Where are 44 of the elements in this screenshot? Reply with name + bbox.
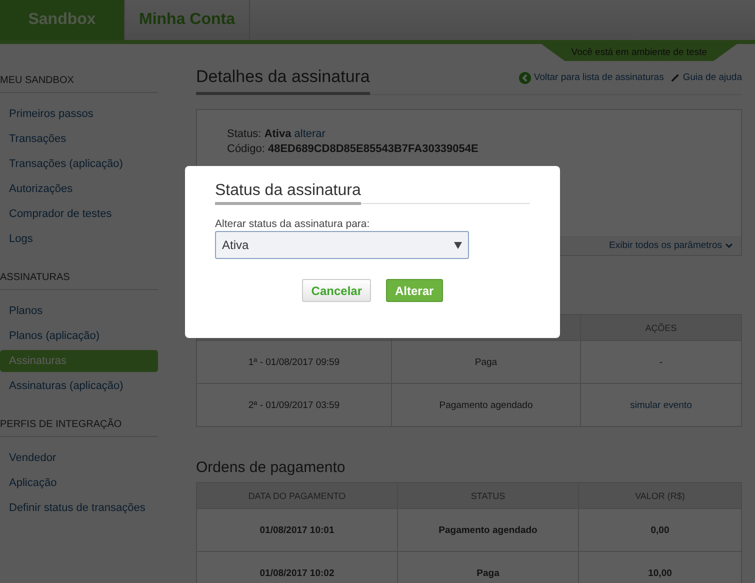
table-cell: 01/08/2017 10:01: [196, 508, 398, 552]
table-cell: Paga: [392, 340, 580, 384]
table-cell: 1ª - 01/08/2017 09:59: [196, 340, 392, 384]
confirm-button[interactable]: Alterar: [386, 279, 443, 302]
sidebar-item[interactable]: Vendedor: [0, 447, 158, 469]
sidebar-item[interactable]: Transações (aplicação): [0, 153, 158, 175]
sidebar-item[interactable]: Planos (aplicação): [0, 325, 158, 347]
sidebar-item[interactable]: Comprador de testes: [0, 203, 158, 225]
chevron-down-icon: [725, 243, 733, 248]
table-cell: 2ª - 01/09/2017 03:59: [196, 384, 392, 426]
change-status-link[interactable]: alterar: [294, 128, 326, 140]
page-title: Detalhes da assinatura: [196, 67, 370, 95]
caret-icon: [454, 242, 462, 248]
simulate-event-link[interactable]: simular evento: [580, 384, 742, 426]
sidebar-item[interactable]: Assinaturas (aplicação): [0, 375, 158, 397]
sidebar-item[interactable]: Definir status de transações: [0, 497, 158, 519]
section-heading: Ordens de pagamento: [196, 459, 346, 476]
sidebar-item[interactable]: Primeiros passos: [0, 103, 158, 125]
sidebar-item[interactable]: Planos: [0, 300, 158, 322]
cancel-button[interactable]: Cancelar: [302, 279, 371, 302]
sidebar-item[interactable]: Autorizações: [0, 178, 158, 200]
table-cell: -: [580, 340, 742, 384]
pencil-icon: [670, 73, 680, 82]
back-link[interactable]: Voltar para lista de assinaturas: [534, 72, 664, 83]
section-title: ASSINATURAS: [0, 272, 158, 290]
status-value: Ativa: [264, 128, 292, 140]
table-cell: 0,00: [578, 508, 742, 552]
code-label: Código:: [227, 143, 265, 155]
show-all-parameters-link[interactable]: Exibir todos os parâmetros: [609, 240, 722, 251]
field-label: Alterar status da assinatura para:: [215, 218, 371, 230]
sidebar-item[interactable]: Transações: [0, 128, 158, 150]
table-cell: Pagamento agendado: [392, 384, 580, 426]
status-select[interactable]: Ativa: [215, 231, 469, 259]
code-value: 48ED689CD8D85E85543B7FA30339054E: [268, 143, 478, 155]
sidebar-item[interactable]: Logs: [0, 228, 158, 250]
section-title: MEU SANDBOX: [0, 75, 158, 93]
table-cell: 01/08/2017 10:02: [196, 552, 398, 583]
sidebar-item[interactable]: Aplicação: [0, 472, 158, 494]
sidebar-item[interactable]: Assinaturas: [0, 350, 158, 372]
modal-title: Status da assinatura: [215, 182, 361, 205]
status-label: Status:: [227, 128, 262, 140]
help-link[interactable]: Guia de ajuda: [682, 72, 742, 83]
table-cell: Pagamento agendado: [398, 508, 578, 552]
section-title: PERFIS DE INTEGRAÇÃO: [0, 419, 158, 437]
